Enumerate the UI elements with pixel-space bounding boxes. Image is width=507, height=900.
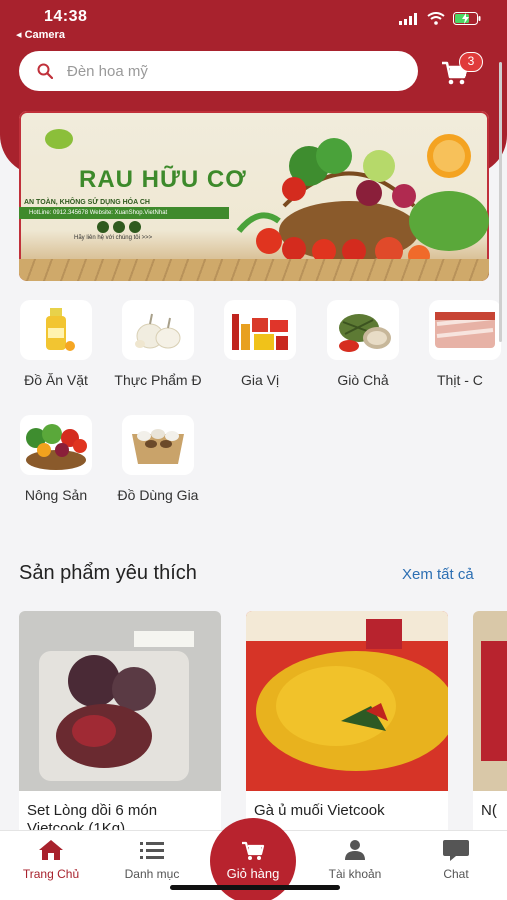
list-menu-icon xyxy=(140,842,164,859)
category-label: Nông Sản xyxy=(24,487,88,503)
tab-label: Danh mục xyxy=(124,867,180,881)
status-time: 14:38 xyxy=(44,8,88,25)
tab-label: Chat xyxy=(443,867,469,881)
see-all-link[interactable]: Xem tất cả xyxy=(402,566,474,583)
banner-contact: Hãy liên hệ với chúng tôi >>> xyxy=(74,235,153,241)
product-card[interactable]: N( xyxy=(473,611,507,841)
category-do-an-vat[interactable]: Đồ Ăn Vặt xyxy=(6,300,106,388)
category-label: Gia Vị xyxy=(240,372,280,388)
wifi-icon xyxy=(427,12,445,25)
user-icon xyxy=(345,840,365,860)
status-bar: 14:38 ◂ Camera xyxy=(0,0,507,44)
chat-icon xyxy=(443,840,469,861)
twitter-icon xyxy=(113,221,125,233)
snack-bottle-icon xyxy=(46,308,75,351)
status-icons xyxy=(399,12,481,25)
banner-subtitle: AN TOÀN, KHÔNG SỬ DỤNG HÓA CH xyxy=(24,199,150,206)
category-label: Thực Phẩm Đ xyxy=(114,372,202,388)
tab-home[interactable]: Trang Chủ xyxy=(6,839,96,881)
category-thit[interactable]: Thịt - C xyxy=(415,300,507,388)
category-label: Đồ Ăn Vặt xyxy=(24,372,88,388)
gio-cha-icon xyxy=(339,314,391,352)
tab-account[interactable]: Tài khoản xyxy=(310,839,400,881)
product-name: N( xyxy=(481,802,497,819)
search-icon xyxy=(37,63,53,79)
category-tile xyxy=(20,300,92,360)
spices-icon xyxy=(232,314,288,350)
signal-icon xyxy=(399,12,417,25)
category-tile xyxy=(122,415,194,475)
tab-label: Tài khoản xyxy=(328,867,382,881)
home-icon xyxy=(39,840,63,860)
category-nong-san[interactable]: Nông Sản xyxy=(6,415,106,503)
category-tile xyxy=(429,300,501,360)
vegetables-icon xyxy=(26,424,87,470)
tab-menu[interactable]: Danh mục xyxy=(107,839,197,881)
scroll-indicator xyxy=(499,62,502,342)
facebook-icon xyxy=(97,221,109,233)
home-indicator xyxy=(170,885,340,890)
cart-icon xyxy=(242,841,265,860)
category-tile xyxy=(122,300,194,360)
category-label: Đồ Dùng Gia xyxy=(117,487,199,503)
category-label: Giò Chả xyxy=(337,372,389,388)
tab-label: Giỏ hàng xyxy=(226,866,280,881)
product-card[interactable]: Set Lòng dồi 6 món Vietcook (1Kg) xyxy=(19,611,221,841)
banner-title: RAU HỮU CƠ xyxy=(79,166,247,193)
promo-banner[interactable]: RAU HỮU CƠ AN TOÀN, KHÔNG SỬ DỤNG HÓA CH… xyxy=(19,111,489,281)
category-do-dung-gia[interactable]: Đồ Dùng Gia xyxy=(108,415,208,503)
household-items-icon xyxy=(132,429,184,464)
category-tile xyxy=(20,415,92,475)
banner-produce-illustration xyxy=(45,129,489,267)
banner-social-icons xyxy=(97,221,141,233)
category-thuc-pham[interactable]: Thực Phẩm Đ xyxy=(108,300,208,388)
garlic-icon xyxy=(135,313,181,349)
back-to-camera-link[interactable]: ◂ Camera xyxy=(16,28,65,41)
product-image-ga-u-muoi xyxy=(246,611,448,791)
category-gia-vi[interactable]: Gia Vị xyxy=(210,300,310,388)
category-tile xyxy=(327,300,399,360)
product-card[interactable]: Gà ủ muối Vietcook xyxy=(246,611,448,841)
product-image-long-doi-set xyxy=(19,611,221,791)
banner-wood-floor xyxy=(19,259,489,281)
category-gio-cha[interactable]: Giò Chả xyxy=(313,300,413,388)
search-input[interactable] xyxy=(67,62,367,80)
favorites-section-title: Sản phẩm yêu thích xyxy=(19,562,197,584)
product-image-partial xyxy=(473,611,507,791)
category-label: Thịt - C xyxy=(437,372,483,388)
search-bar[interactable] xyxy=(19,51,418,91)
battery-charging-icon xyxy=(453,12,481,25)
banner-hotline: HotLine: 0912.345678 Website: XuanShop.V… xyxy=(19,207,229,219)
meat-icon xyxy=(435,312,495,348)
product-name: Gà ủ muối Vietcook xyxy=(254,802,385,819)
cart-count-badge: 3 xyxy=(459,52,483,72)
tab-label: Trang Chủ xyxy=(22,867,80,881)
tab-chat[interactable]: Chat xyxy=(411,839,501,881)
youtube-icon xyxy=(129,221,141,233)
category-tile xyxy=(224,300,296,360)
